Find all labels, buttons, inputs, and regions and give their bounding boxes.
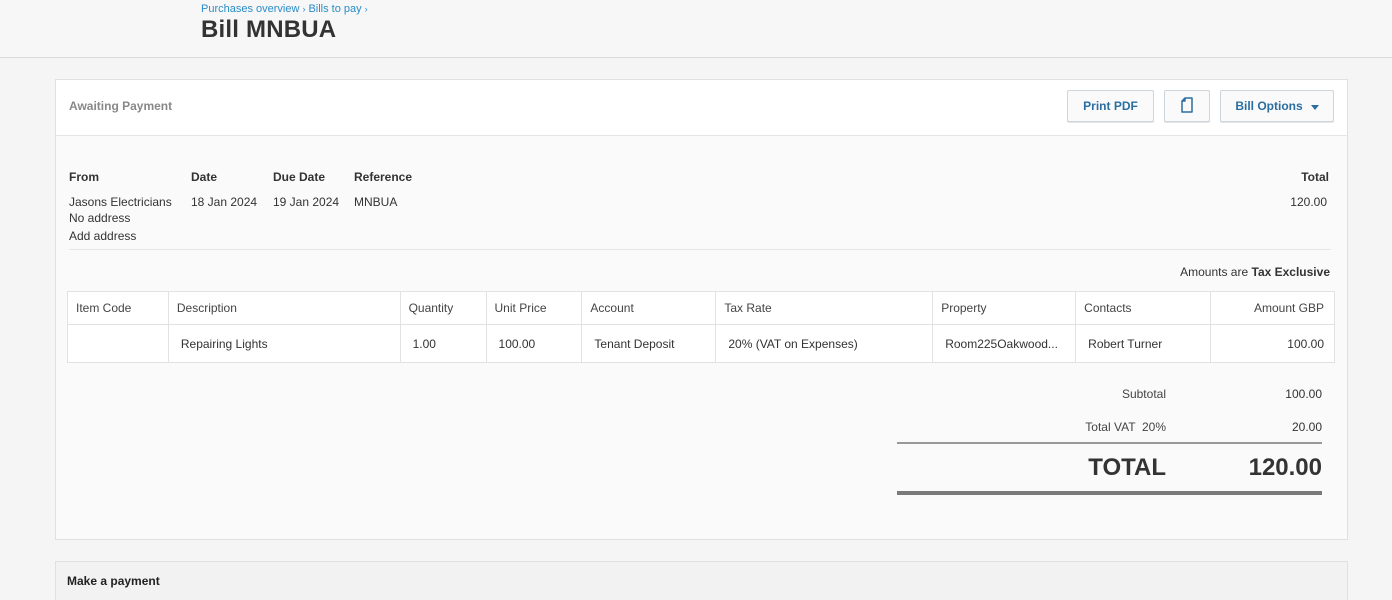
cell-item-code — [67, 324, 169, 363]
column-header-description: Description — [167, 291, 401, 325]
bill-options-label: Bill Options — [1235, 99, 1303, 113]
document-copy-icon — [1180, 96, 1194, 116]
breadcrumb-purchases-overview[interactable]: Purchases overview — [201, 3, 299, 15]
breadcrumb-separator: › — [302, 4, 306, 14]
cell-description: Repairing Lights — [167, 324, 401, 363]
date-header: Date — [191, 170, 218, 184]
tax-mode-prefix: Amounts are — [1180, 265, 1249, 279]
divider — [69, 249, 1331, 250]
bill-total: 120.00 — [1290, 195, 1327, 209]
summary-total-rule — [897, 491, 1322, 495]
tax-mode-note: Amounts are Tax Exclusive — [1180, 265, 1330, 279]
line-items-table: Item Code Description Quantity Unit Pric… — [67, 291, 1335, 363]
breadcrumb-bills-to-pay[interactable]: Bills to pay — [308, 3, 361, 15]
column-header-property: Property — [932, 291, 1077, 325]
add-address-link[interactable]: Add address — [69, 229, 136, 243]
cell-tax-rate: 20% (VAT on Expenses) — [715, 324, 934, 363]
grand-total-value: 120.00 — [1248, 454, 1322, 481]
column-header-tax-rate: Tax Rate — [715, 291, 934, 325]
grand-total-label: TOTAL — [1088, 454, 1166, 481]
tax-mode-value: Tax Exclusive — [1251, 265, 1331, 279]
chevron-down-icon — [1310, 104, 1319, 110]
cell-account: Tenant Deposit — [581, 324, 717, 363]
column-header-quantity: Quantity — [399, 291, 487, 325]
vat-label: Total VAT 20% — [1085, 420, 1166, 434]
bill-due-date: 19 Jan 2024 — [273, 195, 340, 209]
cell-property: Room225Oakwood... — [932, 324, 1077, 363]
summary-rule — [897, 442, 1322, 444]
total-header: Total — [1301, 170, 1329, 184]
bill-date: 18 Jan 2024 — [191, 195, 258, 209]
bill-panel-header: Awaiting Payment Print PDF Bill Options — [56, 80, 1347, 136]
due-date-header: Due Date — [273, 170, 326, 184]
column-header-unit-price: Unit Price — [485, 291, 583, 325]
column-header-amount: Amount GBP — [1210, 291, 1335, 325]
bill-reference: MNBUA — [354, 195, 398, 209]
print-pdf-button[interactable]: Print PDF — [1067, 90, 1154, 122]
breadcrumb-separator: › — [364, 4, 368, 14]
page-title: Bill MNBUA — [201, 16, 337, 43]
subtotal-value: 100.00 — [1285, 387, 1322, 401]
column-header-contacts: Contacts — [1075, 291, 1212, 325]
from-header: From — [69, 170, 99, 184]
reference-header: Reference — [354, 170, 413, 184]
cell-amount: 100.00 — [1210, 324, 1335, 363]
table-row[interactable]: Repairing Lights 1.00 100.00 Tenant Depo… — [67, 324, 1335, 363]
breadcrumb: Purchases overview › Bills to pay › — [201, 3, 371, 15]
make-payment-title: Make a payment — [67, 574, 160, 588]
supplier-address: No address — [69, 211, 131, 225]
bill-options-button[interactable]: Bill Options — [1220, 90, 1334, 122]
column-header-account: Account — [581, 291, 717, 325]
cell-unit-price: 100.00 — [485, 324, 583, 363]
cell-contacts: Robert Turner — [1075, 324, 1212, 363]
bill-panel: Awaiting Payment Print PDF Bill Options … — [55, 79, 1348, 540]
copy-button[interactable] — [1164, 90, 1210, 122]
vat-value: 20.00 — [1291, 420, 1322, 434]
top-bar: Purchases overview › Bills to pay › Bill MN… — [0, 0, 1392, 58]
cell-quantity: 1.00 — [399, 324, 487, 363]
subtotal-label: Subtotal — [1121, 387, 1166, 401]
make-payment-panel: Make a payment — [55, 561, 1348, 600]
status-label: Awaiting Payment — [69, 99, 173, 113]
supplier-link[interactable]: Jasons Electricians — [69, 195, 172, 209]
table-header-row: Item Code Description Quantity Unit Pric… — [67, 291, 1335, 325]
column-header-item-code: Item Code — [67, 291, 169, 325]
